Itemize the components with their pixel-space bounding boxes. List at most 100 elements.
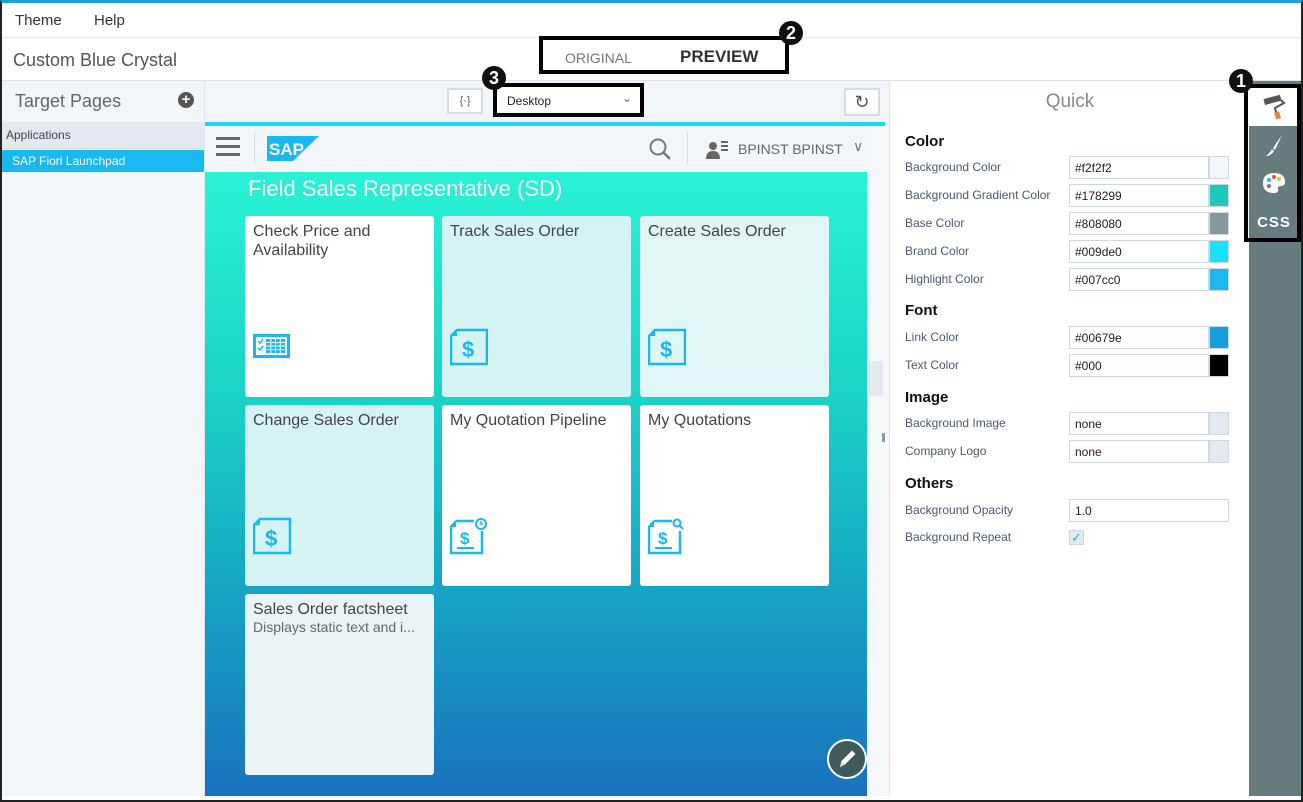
sap-logo: SAP — [267, 136, 319, 161]
color-swatch[interactable] — [1209, 354, 1229, 377]
field-label: Text Color — [905, 358, 960, 372]
pencil-icon — [840, 750, 856, 767]
image-picker-button[interactable] — [1209, 440, 1229, 463]
tile-create-sales-order[interactable]: Create Sales Order $ — [640, 216, 829, 397]
svg-text:$: $ — [460, 529, 470, 548]
sidebar-item-sap-fiori-launchpad[interactable]: SAP Fiori Launchpad — [2, 150, 204, 172]
brand-color-input[interactable] — [1069, 240, 1209, 263]
svg-text:$: $ — [265, 526, 277, 551]
color-swatch[interactable] — [1209, 268, 1229, 291]
preview-scrollbar[interactable] — [867, 126, 889, 796]
resize-grip[interactable] — [882, 433, 885, 442]
color-swatch[interactable] — [1209, 184, 1229, 207]
image-picker-button[interactable] — [1209, 412, 1229, 435]
field-label: Company Logo — [905, 444, 987, 458]
field-label: Background Color — [905, 160, 1002, 174]
tile-title: My Quotations — [648, 412, 752, 429]
panel-title: Quick — [1045, 91, 1095, 112]
chevron-down-icon: ⌄ — [621, 91, 632, 105]
tile-title: Sales Order factsheet — [253, 601, 408, 618]
user-menu[interactable]: BPINST BPINST ∨ — [705, 138, 875, 160]
launchpad-canvas: Field Sales Representative (SD) Check Pr… — [205, 172, 867, 796]
preview-tab[interactable]: PREVIEW — [680, 47, 758, 67]
chevron-down-icon: ∨ — [853, 138, 864, 154]
tile-check-price-and-availability[interactable]: Check Price and Availability — [245, 216, 434, 397]
highlight-color-input[interactable] — [1069, 268, 1209, 291]
field-background-color: Background Color — [905, 156, 1230, 180]
color-swatch[interactable] — [1209, 326, 1229, 349]
svg-text:$: $ — [462, 337, 474, 362]
refresh-icon: ↻ — [854, 92, 870, 112]
tile-title: Create Sales Order — [648, 223, 786, 240]
callout-box-rail — [1244, 84, 1301, 242]
field-label: Highlight Color — [905, 272, 984, 286]
device-select[interactable]: Desktop ⌄ — [493, 83, 644, 117]
search-icon[interactable] — [648, 137, 672, 161]
color-swatch[interactable] — [1209, 240, 1229, 263]
field-background-gradient-color: Background Gradient Color — [905, 184, 1230, 208]
field-base-color: Base Color — [905, 212, 1230, 236]
tile-change-sales-order[interactable]: Change Sales Order $ — [245, 405, 434, 586]
hamburger-menu-icon[interactable] — [216, 137, 240, 157]
menu-bar: Theme Help — [2, 3, 1301, 38]
target-pages-sidebar: Target Pages + Applications SAP Fiori La… — [2, 81, 205, 796]
svg-text:$: $ — [660, 337, 672, 362]
field-link-color: Link Color — [905, 326, 1230, 350]
field-background-image: Background Image — [905, 412, 1230, 436]
theme-name: Custom Blue Crystal — [13, 50, 178, 70]
edit-home-button[interactable] — [827, 739, 867, 779]
tile-my-quotations[interactable]: My Quotations $ — [640, 405, 829, 586]
tile-title: Track Sales Order — [450, 223, 580, 240]
field-background-repeat: Background Repeat ✓ — [905, 526, 1230, 550]
field-background-opacity: Background Opacity — [905, 499, 1230, 523]
tile-subtitle: Displays static text and i... — [253, 619, 415, 635]
field-text-color: Text Color — [905, 354, 1230, 378]
device-select-value: Desktop — [507, 94, 552, 108]
tile-sales-order-factsheet[interactable]: Sales Order factsheet Displays static te… — [245, 594, 434, 775]
field-label: Background Gradient Color — [905, 188, 1051, 202]
menu-theme[interactable]: Theme — [15, 12, 62, 29]
color-swatch[interactable] — [1209, 156, 1229, 179]
text-color-input[interactable] — [1069, 354, 1209, 377]
view-toggle: ORIGINAL PREVIEW — [539, 36, 789, 74]
svg-text:$: $ — [658, 529, 668, 548]
field-label: Background Repeat — [905, 530, 1012, 544]
preview-toolbar: {·} Desktop ⌄ ↻ — [205, 81, 889, 121]
base-color-input[interactable] — [1069, 212, 1209, 235]
fit-to-screen-button[interactable]: {·} — [447, 88, 483, 114]
field-brand-color: Brand Color — [905, 240, 1230, 264]
section-font-title: Font — [905, 302, 938, 319]
user-name: BPINST BPINST — [738, 141, 843, 157]
sidebar-title: Target Pages — [15, 91, 122, 111]
group-title: Field Sales Representative (SD) — [248, 176, 563, 201]
sales-quote-search-icon: $ — [648, 518, 684, 555]
background-color-input[interactable] — [1069, 156, 1209, 179]
add-target-page-icon[interactable]: + — [178, 92, 194, 108]
preview-pane: {·} Desktop ⌄ ↻ SAP BPINST BPINST ∨ Fiel… — [205, 81, 889, 796]
scrollbar-thumb[interactable] — [869, 361, 883, 396]
sales-quote-clock-icon: $ — [450, 518, 487, 555]
tile-title: My Quotation Pipeline — [450, 412, 607, 429]
tile-track-sales-order[interactable]: Track Sales Order $ — [442, 216, 631, 397]
background-image-input[interactable] — [1069, 412, 1209, 435]
sales-document-icon: $ — [648, 328, 686, 366]
link-color-input[interactable] — [1069, 326, 1209, 349]
refresh-button[interactable]: ↻ — [844, 88, 880, 116]
background-gradient-color-input[interactable] — [1069, 184, 1209, 207]
field-label: Background Opacity — [905, 503, 1014, 517]
user-icon — [706, 141, 728, 159]
color-swatch[interactable] — [1209, 212, 1229, 235]
section-color-title: Color — [905, 133, 945, 150]
company-logo-input[interactable] — [1069, 440, 1209, 463]
background-opacity-input[interactable] — [1069, 499, 1229, 522]
tile-title: Check Price and Availability — [253, 223, 371, 259]
section-image-title: Image — [905, 389, 949, 406]
background-repeat-checkbox[interactable]: ✓ — [1069, 530, 1084, 545]
shell-divider — [254, 132, 255, 164]
quick-theming-panel: Quick Color Background Color Background … — [889, 81, 1249, 796]
field-company-logo: Company Logo — [905, 440, 1230, 464]
tile-my-quotation-pipeline[interactable]: My Quotation Pipeline $ — [442, 405, 631, 586]
sales-document-icon: $ — [450, 328, 488, 366]
menu-help[interactable]: Help — [94, 12, 125, 29]
original-tab[interactable]: ORIGINAL — [565, 50, 632, 66]
